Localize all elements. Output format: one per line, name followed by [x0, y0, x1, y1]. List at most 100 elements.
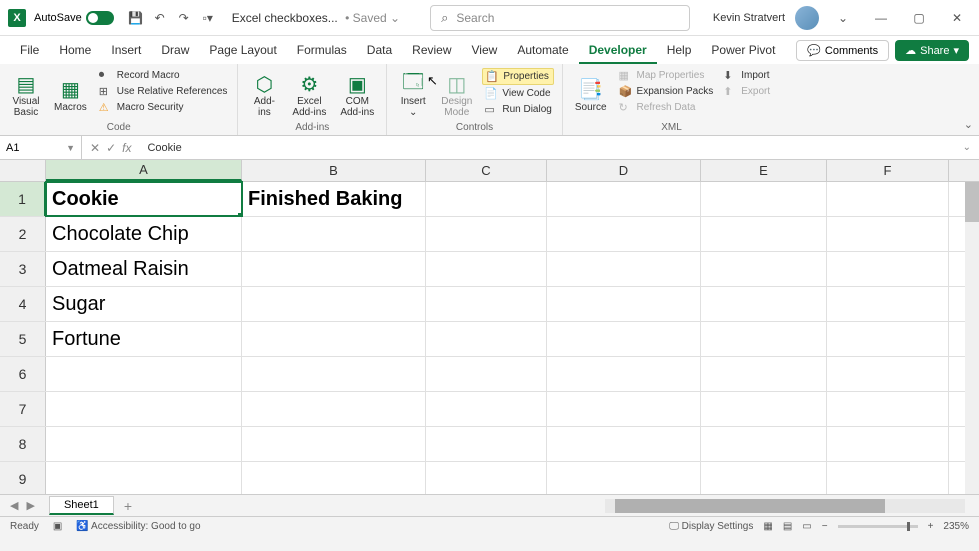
cell-A5[interactable]: Fortune: [46, 322, 242, 356]
display-settings-button[interactable]: 🖵 Display Settings: [669, 521, 753, 532]
autosave-toggle[interactable]: AutoSave: [34, 11, 114, 25]
name-box[interactable]: A1 ▼: [0, 136, 82, 159]
minimize-icon[interactable]: —: [867, 4, 895, 32]
cancel-formula-icon[interactable]: ✕: [90, 141, 100, 155]
cell-D5[interactable]: [547, 322, 701, 356]
addins-button[interactable]: ⬡Add- ins: [246, 68, 282, 122]
column-header-C[interactable]: C: [426, 160, 547, 181]
visual-basic-button[interactable]: ▤ Visual Basic: [8, 68, 44, 122]
redo-icon[interactable]: ↷: [175, 9, 193, 27]
add-sheet-button[interactable]: +: [124, 498, 132, 514]
cell-E5[interactable]: [701, 322, 827, 356]
cell-D4[interactable]: [547, 287, 701, 321]
expand-formula-bar-icon[interactable]: ⌄: [955, 142, 979, 153]
cell-C9[interactable]: [426, 462, 547, 496]
cell-A4[interactable]: Sugar: [46, 287, 242, 321]
record-macro-button[interactable]: ⏺Record Macro: [97, 68, 230, 83]
tab-page-layout[interactable]: Page Layout: [199, 38, 286, 64]
share-button[interactable]: ☁ Share ▾: [895, 40, 969, 61]
row-header-8[interactable]: 8: [0, 427, 46, 461]
expansion-packs-button[interactable]: 📦Expansion Packs: [617, 84, 716, 99]
cell-D6[interactable]: [547, 357, 701, 391]
row-header-5[interactable]: 5: [0, 322, 46, 356]
cell-D3[interactable]: [547, 252, 701, 286]
cell-B9[interactable]: [242, 462, 426, 496]
cell-F2[interactable]: [827, 217, 949, 251]
spreadsheet-grid[interactable]: ABCDEF 1CookieFinished Baking2Chocolate …: [0, 160, 979, 494]
cell-F7[interactable]: [827, 392, 949, 426]
source-button[interactable]: 📑Source: [571, 68, 611, 122]
row-header-9[interactable]: 9: [0, 462, 46, 496]
row-header-4[interactable]: 4: [0, 287, 46, 321]
cell-D8[interactable]: [547, 427, 701, 461]
tab-help[interactable]: Help: [657, 38, 702, 64]
ribbon-options-icon[interactable]: ⌄: [829, 4, 857, 32]
select-all-corner[interactable]: [0, 160, 46, 181]
cell-E8[interactable]: [701, 427, 827, 461]
macro-record-icon[interactable]: ▣: [53, 521, 62, 532]
tab-developer[interactable]: Developer: [579, 38, 657, 64]
cell-F8[interactable]: [827, 427, 949, 461]
vertical-scrollbar[interactable]: [965, 182, 979, 494]
cell-F9[interactable]: [827, 462, 949, 496]
cell-E6[interactable]: [701, 357, 827, 391]
cell-C3[interactable]: [426, 252, 547, 286]
cell-C8[interactable]: [426, 427, 547, 461]
cell-A6[interactable]: [46, 357, 242, 391]
page-layout-view-icon[interactable]: ▤: [783, 521, 792, 532]
column-header-F[interactable]: F: [827, 160, 949, 181]
excel-addins-button[interactable]: ⚙Excel Add-ins: [288, 68, 330, 122]
zoom-in-icon[interactable]: +: [928, 521, 934, 532]
cell-B7[interactable]: [242, 392, 426, 426]
maximize-icon[interactable]: ▢: [905, 4, 933, 32]
cell-B5[interactable]: [242, 322, 426, 356]
cell-B4[interactable]: [242, 287, 426, 321]
sheet-tab-sheet1[interactable]: Sheet1: [49, 496, 114, 515]
cell-A2[interactable]: Chocolate Chip: [46, 217, 242, 251]
use-relative-references-button[interactable]: ⊞Use Relative References: [97, 84, 230, 99]
cell-B6[interactable]: [242, 357, 426, 391]
cell-D9[interactable]: [547, 462, 701, 496]
macro-security-button[interactable]: ⚠Macro Security: [97, 100, 230, 115]
tab-insert[interactable]: Insert: [101, 38, 151, 64]
chevron-down-icon[interactable]: ▼: [66, 143, 75, 153]
fx-icon[interactable]: fx: [122, 141, 131, 155]
confirm-formula-icon[interactable]: ✓: [106, 141, 116, 155]
comments-button[interactable]: 💬 Comments: [796, 40, 889, 61]
search-box[interactable]: ⌕ Search: [430, 5, 690, 31]
cell-E1[interactable]: [701, 182, 827, 216]
tab-review[interactable]: Review: [402, 38, 461, 64]
cell-C5[interactable]: [426, 322, 547, 356]
cell-D2[interactable]: [547, 217, 701, 251]
cell-C6[interactable]: [426, 357, 547, 391]
cell-B1[interactable]: Finished Baking: [242, 182, 426, 216]
zoom-level[interactable]: 235%: [943, 521, 969, 532]
tab-power-pivot[interactable]: Power Pivot: [701, 38, 785, 64]
cell-D7[interactable]: [547, 392, 701, 426]
row-header-1[interactable]: 1: [0, 182, 46, 216]
scrollbar-thumb[interactable]: [965, 182, 979, 222]
column-header-A[interactable]: A: [46, 160, 242, 181]
cell-E4[interactable]: [701, 287, 827, 321]
cell-E2[interactable]: [701, 217, 827, 251]
cell-E7[interactable]: [701, 392, 827, 426]
collapse-ribbon-icon[interactable]: ⌄: [964, 118, 973, 131]
cell-F5[interactable]: [827, 322, 949, 356]
properties-button[interactable]: 📋Properties: [482, 68, 553, 85]
row-header-7[interactable]: 7: [0, 392, 46, 426]
formula-input[interactable]: Cookie: [139, 142, 954, 154]
toggle-on-icon[interactable]: [86, 11, 114, 25]
qat-dropdown-icon[interactable]: ▫▾: [199, 9, 217, 27]
column-header-B[interactable]: B: [242, 160, 426, 181]
cell-C2[interactable]: [426, 217, 547, 251]
horizontal-scrollbar[interactable]: [605, 499, 965, 513]
cell-B8[interactable]: [242, 427, 426, 461]
cell-A8[interactable]: [46, 427, 242, 461]
user-name[interactable]: Kevin Stratvert: [713, 12, 785, 24]
run-dialog-button[interactable]: ▭Run Dialog: [482, 102, 553, 117]
cell-A1[interactable]: Cookie: [46, 182, 242, 216]
close-icon[interactable]: ✕: [943, 4, 971, 32]
page-break-view-icon[interactable]: ▭: [802, 521, 811, 532]
com-addins-button[interactable]: ▣COM Add-ins: [336, 68, 378, 122]
column-header-D[interactable]: D: [547, 160, 701, 181]
